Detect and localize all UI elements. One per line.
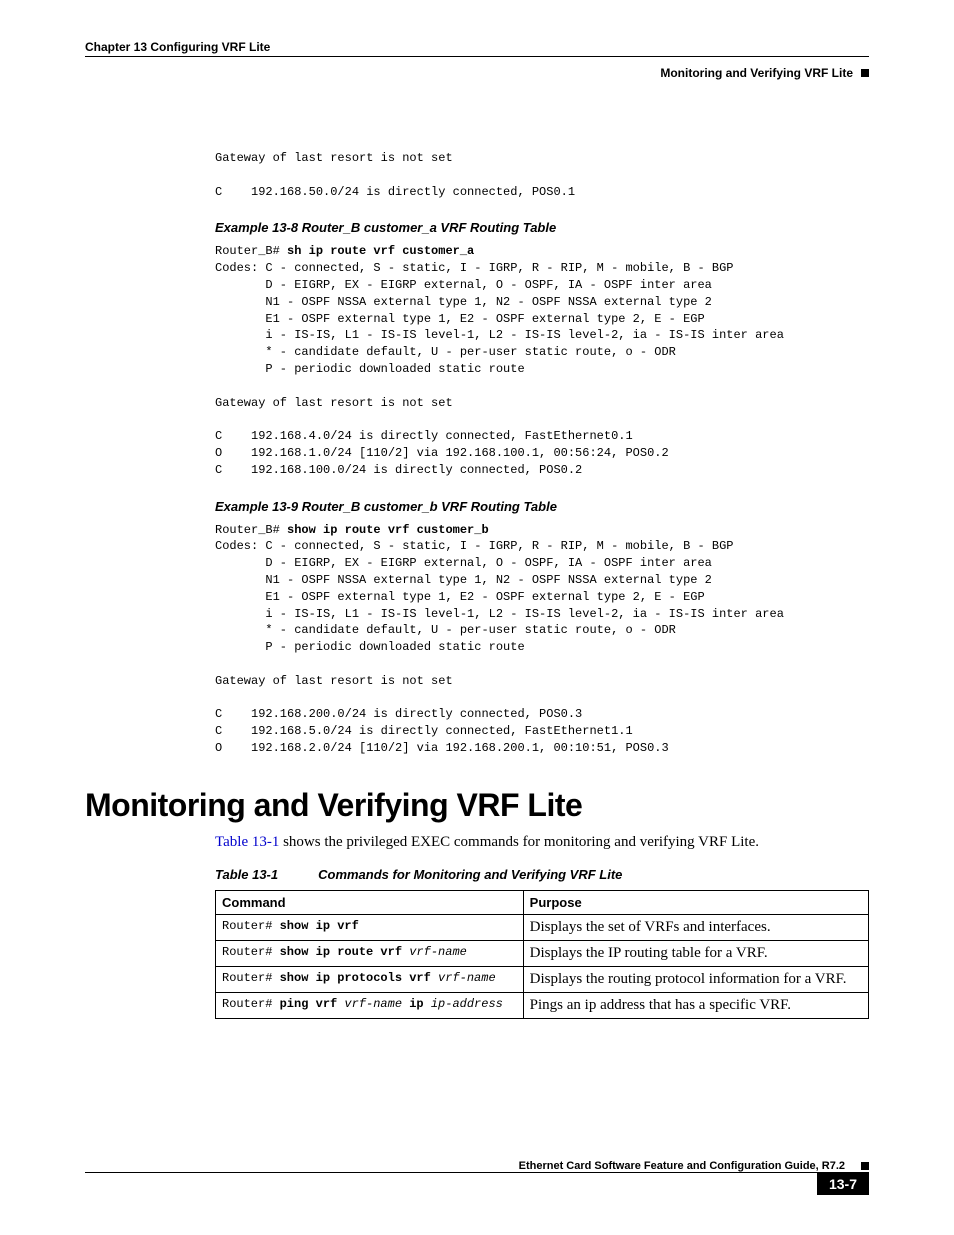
section-title: Monitoring and Verifying VRF Lite [85,787,869,824]
body-rest: shows the privileged EXEC commands for m… [279,834,759,850]
cmd-cell: Router# show ip route vrf vrf-name [216,940,524,966]
table-header-row: Command Purpose [216,890,869,914]
cmd-cell: Router# show ip vrf [216,914,524,940]
table-row: Router# show ip protocols vrf vrf-name D… [216,966,869,992]
table-label: Table 13-1 [215,867,318,882]
table-row: Router# show ip route vrf vrf-name Displ… [216,940,869,966]
ex8-prompt: Router_B# [215,244,287,258]
ex9-cmd: show ip route vrf customer_b [287,523,489,537]
ex9-body: Codes: C - connected, S - static, I - IG… [215,539,784,755]
intro-output: Gateway of last resort is not set C 192.… [215,150,869,200]
footer-marker-icon [861,1162,869,1170]
table-link[interactable]: Table 13-1 [215,834,279,850]
footer: Ethernet Card Software Feature and Confi… [85,1160,869,1195]
ex9-prompt: Router_B# [215,523,287,537]
ex8-cmd: sh ip route vrf customer_a [287,244,474,258]
table-title: Commands for Monitoring and Verifying VR… [318,867,622,882]
example-13-8-caption: Example 13-8 Router_B customer_a VRF Rou… [215,220,869,235]
purpose-cell: Pings an ip address that has a specific … [523,992,868,1018]
page: Chapter 13 Configuring VRF Lite Monitori… [0,0,954,1235]
example-13-8-output: Router_B# sh ip route vrf customer_a Cod… [215,243,869,478]
page-number: 13-7 [817,1173,869,1195]
commands-table: Command Purpose Router# show ip vrf Disp… [215,890,869,1019]
th-command: Command [216,890,524,914]
content-area: Gateway of last resort is not set C 192.… [215,150,869,1019]
table-caption: Table 13-1Commands for Monitoring and Ve… [215,867,869,882]
cmd-cell: Router# show ip protocols vrf vrf-name [216,966,524,992]
footer-guide: Ethernet Card Software Feature and Confi… [519,1160,845,1172]
example-13-9-caption: Example 13-9 Router_B customer_b VRF Rou… [215,499,869,514]
purpose-cell: Displays the routing protocol informatio… [523,966,868,992]
table-row: Router# ping vrf vrf-name ip ip-address … [216,992,869,1018]
th-purpose: Purpose [523,890,868,914]
example-13-9-output: Router_B# show ip route vrf customer_b C… [215,522,869,757]
header-marker-icon [861,69,869,77]
ex8-body: Codes: C - connected, S - static, I - IG… [215,261,784,477]
chapter-header: Chapter 13 Configuring VRF Lite [85,40,869,54]
purpose-cell: Displays the IP routing table for a VRF. [523,940,868,966]
purpose-cell: Displays the set of VRFs and interfaces. [523,914,868,940]
header-rule [85,56,869,58]
section-header-wrap: Monitoring and Verifying VRF Lite [85,66,869,80]
section-header: Monitoring and Verifying VRF Lite [660,66,853,80]
body-paragraph: Table 13-1 shows the privileged EXEC com… [215,834,869,851]
table-row: Router# show ip vrf Displays the set of … [216,914,869,940]
cmd-cell: Router# ping vrf vrf-name ip ip-address [216,992,524,1018]
